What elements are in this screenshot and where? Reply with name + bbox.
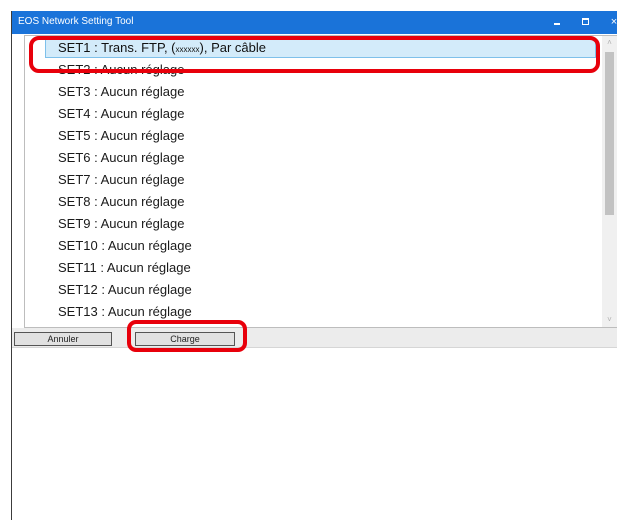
list-item-label: SET4 : Aucun réglage	[58, 106, 185, 121]
window-title: EOS Network Setting Tool	[18, 16, 134, 27]
list-item-label: SET3 : Aucun réglage	[58, 84, 185, 99]
title-bar[interactable]: EOS Network Setting Tool ×	[12, 11, 617, 34]
button-bar: Annuler Charge	[12, 328, 617, 348]
list-item[interactable]: SET5 : Aucun réglage	[25, 125, 601, 147]
list-item[interactable]: SET10 : Aucun réglage	[25, 235, 601, 257]
list-item[interactable]: SET3 : Aucun réglage	[25, 81, 601, 103]
maximize-icon	[581, 18, 589, 25]
cancel-button[interactable]: Annuler	[14, 332, 112, 346]
list-item-label: SET13 : Aucun réglage	[58, 304, 192, 319]
list-item-label: SET6 : Aucun réglage	[58, 150, 185, 165]
list-item[interactable]: SET8 : Aucun réglage	[25, 191, 601, 213]
list-item[interactable]: SET13 : Aucun réglage	[25, 301, 601, 323]
list-item[interactable]: SET9 : Aucun réglage	[25, 213, 601, 235]
list-item-label: SET12 : Aucun réglage	[58, 282, 192, 297]
list-item-label: SET2 : Aucun réglage	[58, 62, 185, 77]
close-button[interactable]: ×	[603, 11, 617, 34]
maximize-button[interactable]	[574, 11, 596, 34]
list-item-label: SET7 : Aucun réglage	[58, 172, 185, 187]
scroll-down-icon[interactable]: ˅	[602, 313, 617, 327]
list-item[interactable]: SET6 : Aucun réglage	[25, 147, 601, 169]
list-item-label: SET1 : Trans. FTP, (xxxxxx), Par câble	[58, 40, 266, 55]
list-item-label: SET8 : Aucun réglage	[58, 194, 185, 209]
load-button[interactable]: Charge	[135, 332, 235, 346]
scrollbar-thumb[interactable]	[605, 52, 614, 215]
minimize-icon	[554, 23, 560, 25]
list-item[interactable]: SET4 : Aucun réglage	[25, 103, 601, 125]
app-window: EOS Network Setting Tool × SET1 : Trans.…	[11, 11, 617, 520]
list-item-label: SET9 : Aucun réglage	[58, 216, 185, 231]
list-item[interactable]: SET12 : Aucun réglage	[25, 279, 601, 301]
settings-list[interactable]: SET1 : Trans. FTP, (xxxxxx), Par câble S…	[24, 35, 617, 328]
list-item-set1[interactable]: SET1 : Trans. FTP, (xxxxxx), Par câble	[25, 37, 601, 59]
vertical-scrollbar[interactable]: ˄ ˅	[602, 36, 617, 327]
list-item[interactable]: SET7 : Aucun réglage	[25, 169, 601, 191]
minimize-button[interactable]	[546, 11, 568, 34]
list-item[interactable]: SET11 : Aucun réglage	[25, 257, 601, 279]
scroll-up-icon[interactable]: ˄	[602, 36, 617, 50]
list-item-label: SET5 : Aucun réglage	[58, 128, 185, 143]
close-icon: ×	[610, 16, 617, 28]
list-item[interactable]: SET2 : Aucun réglage	[25, 59, 601, 81]
list-item-label: SET10 : Aucun réglage	[58, 238, 192, 253]
list-item-label: SET11 : Aucun réglage	[58, 260, 191, 275]
